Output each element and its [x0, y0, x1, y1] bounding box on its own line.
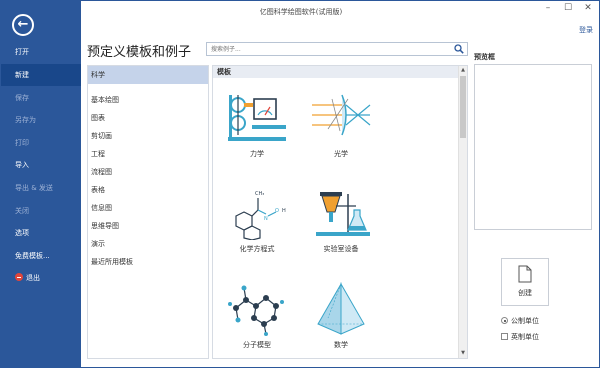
template-chemical-equation[interactable]: CH₃ N O H 化学方程式	[217, 186, 297, 254]
molecule-model-icon	[228, 285, 284, 336]
new-document-icon	[518, 265, 532, 283]
template-label: 分子模型	[243, 341, 271, 349]
scroll-down-icon[interactable]: ▼	[459, 349, 467, 358]
category-clipart[interactable]: 剪切画	[88, 127, 208, 145]
menu-close[interactable]: 关闭	[1, 200, 81, 222]
mechanics-icon	[228, 95, 286, 141]
category-list: 科学 基本绘图 图表 剪切画 工程 流程图 表格 信息图 思维导图 演示 最近所…	[87, 65, 209, 359]
category-charts[interactable]: 图表	[88, 109, 208, 127]
template-math[interactable]: 数学	[301, 282, 381, 350]
template-scrollbar[interactable]: ▲ ▼	[458, 66, 467, 358]
category-mindmap[interactable]: 思维导图	[88, 217, 208, 235]
preview-label: 预览框	[474, 53, 495, 61]
category-engineering[interactable]: 工程	[88, 145, 208, 163]
template-label: 数学	[334, 341, 348, 349]
template-optics[interactable]: 光学	[301, 91, 381, 159]
app-window: ← 打开 新建 保存 另存为 打印 导入 导出 & 发送 关闭 选项 免费模板.…	[0, 0, 600, 368]
backstage-sidebar: ← 打开 新建 保存 另存为 打印 导入 导出 & 发送 关闭 选项 免费模板.…	[1, 1, 81, 367]
imperial-units-label: 英制单位	[511, 333, 539, 341]
svg-text:N: N	[264, 216, 268, 222]
category-presentation[interactable]: 演示	[88, 235, 208, 253]
menu-print[interactable]: 打印	[1, 132, 81, 154]
category-science[interactable]: 科学	[88, 66, 208, 84]
template-label: 化学方程式	[239, 245, 275, 253]
preview-box	[474, 64, 592, 230]
imperial-checkbox[interactable]	[501, 333, 508, 340]
chemical-equation-icon: CH₃ N O H	[235, 191, 286, 240]
close-button[interactable]: ✕	[581, 3, 595, 13]
template-lab-equipment[interactable]: 实验室设备	[301, 186, 381, 254]
window-title: 亿图科学绘图软件(试用版)	[259, 8, 343, 16]
category-table[interactable]: 表格	[88, 181, 208, 199]
template-molecule-model[interactable]: 分子模型	[217, 282, 297, 350]
category-flowchart[interactable]: 流程图	[88, 163, 208, 181]
scroll-up-icon[interactable]: ▲	[459, 66, 467, 75]
menu-free-templates[interactable]: 免费模板...	[1, 245, 81, 267]
maximize-button[interactable]: ☐	[561, 3, 575, 13]
metric-units-label: 公制单位	[511, 317, 539, 325]
scroll-thumb[interactable]	[460, 76, 466, 138]
menu-save[interactable]: 保存	[1, 87, 81, 109]
search-input[interactable]	[207, 43, 447, 55]
menu-import[interactable]: 导入	[1, 154, 81, 176]
menu-export-send[interactable]: 导出 & 发送	[1, 177, 81, 199]
svg-text:CH₃: CH₃	[255, 191, 264, 197]
template-label: 光学	[334, 150, 348, 158]
create-label: 创建	[518, 289, 532, 297]
category-basic-drawing[interactable]: 基本绘图	[88, 91, 208, 109]
metric-radio[interactable]	[501, 317, 508, 324]
lab-equipment-icon	[316, 192, 370, 236]
category-infographic[interactable]: 信息图	[88, 199, 208, 217]
create-button[interactable]: 创建	[501, 258, 549, 306]
math-pyramid-icon	[317, 282, 365, 335]
template-label: 力学	[250, 150, 264, 158]
imperial-units-option[interactable]: 英制单位	[501, 332, 539, 342]
menu-save-as[interactable]: 另存为	[1, 109, 81, 131]
template-label: 实验室设备	[323, 245, 359, 253]
menu-open[interactable]: 打开	[1, 41, 81, 63]
page-title: 预定义模板和例子	[87, 45, 192, 60]
svg-text:O: O	[275, 208, 279, 214]
login-link[interactable]: 登录	[579, 25, 593, 35]
minimize-button[interactable]: –	[541, 3, 555, 13]
metric-units-option[interactable]: 公制单位	[501, 316, 539, 326]
search-icon[interactable]	[454, 44, 464, 54]
svg-text:H: H	[282, 208, 286, 214]
search-box	[206, 42, 468, 56]
template-panel: 模板 ▲ ▼ 力学 光学 CH₃ N O H 化学方程式 实验室设备 分子模型 …	[212, 65, 468, 359]
menu-exit[interactable]: 退出	[1, 267, 81, 289]
optics-icon	[312, 94, 371, 136]
menu-options[interactable]: 选项	[1, 222, 81, 244]
template-mechanics[interactable]: 力学	[217, 91, 297, 159]
exit-icon	[15, 273, 23, 281]
template-section-header: 模板	[213, 66, 460, 78]
back-arrow-icon[interactable]: ←	[12, 14, 34, 36]
menu-exit-label: 退出	[26, 274, 40, 282]
menu-new[interactable]: 新建	[1, 64, 81, 86]
category-recent-templates[interactable]: 最近所用模板	[88, 253, 208, 271]
